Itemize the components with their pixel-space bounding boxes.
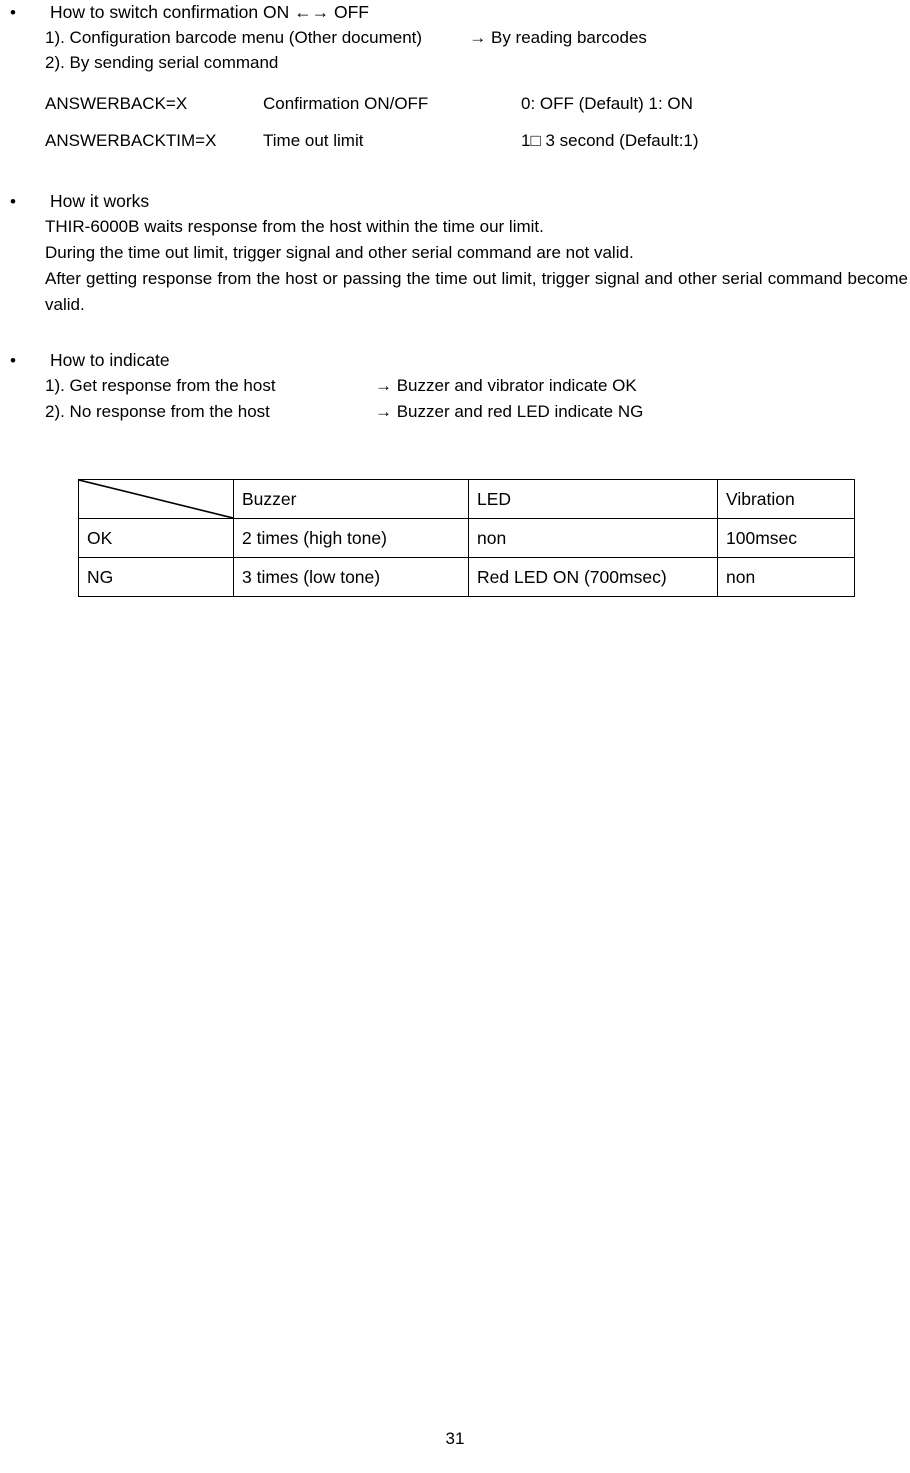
table-cell-ok-led: non (468, 518, 718, 558)
section-how-to-switch: • How to switch confirmation ON ←→ OFF (0, 0, 910, 25)
command-row-answerback: ANSWERBACK=X Confirmation ON/OFF 0: OFF (D… (0, 91, 910, 116)
works-paragraph: After getting response from the host or … (45, 269, 908, 314)
command-name: ANSWERBACKTIM=X (45, 131, 217, 150)
page-content: • How to switch confirmation ON ←→ OFF 1… (0, 0, 910, 425)
table-row-label-ng: NG (78, 557, 234, 597)
command-row-answerbacktim: ANSWERBACKTIM=X Time out limit 1□ 3 second… (0, 128, 910, 153)
table-corner-cell (78, 479, 234, 519)
section-title-how-to-indicate: How to indicate (50, 350, 170, 370)
table-row-label-ok: OK (78, 518, 234, 558)
command-name: ANSWERBACK=X (45, 94, 188, 113)
section-title-how-it-works: How it works (50, 191, 150, 211)
works-line-2: During the time out limit, trigger signa… (45, 243, 634, 262)
works-line-1: THIR-6000B waits response from the host … (45, 217, 544, 236)
indicate-item-2-result: → Buzzer and red LED indicate NG (375, 402, 644, 421)
table-cell-ok-buzzer: 2 times (high tone) (233, 518, 469, 558)
table-cell-ok-vibration: 100msec (717, 518, 855, 558)
table-header-row: Buzzer LED Vibration (78, 479, 855, 519)
bullet-icon: • (10, 3, 16, 22)
table-header-vibration: Vibration (717, 479, 855, 519)
switch-method-1: 1). Configuration barcode menu (Other do… (45, 28, 647, 47)
table-row: NG 3 times (low tone) Red LED ON (700mse… (78, 557, 855, 597)
command-values: 1□ 3 second (Default:1) (521, 131, 699, 150)
document-page: • How to switch confirmation ON ←→ OFF 1… (0, 0, 910, 1473)
switch-method-2: 2). By sending serial command (45, 53, 279, 72)
section-how-to-indicate: • How to indicate (0, 348, 910, 373)
indicate-item-1-result: → Buzzer and vibrator indicate OK (375, 376, 637, 395)
table-header-led: LED (468, 479, 718, 519)
table-cell-ng-led: Red LED ON (700msec) (468, 557, 718, 597)
page-number: 31 (445, 1429, 465, 1448)
bullet-icon: • (10, 351, 16, 370)
indication-table-wrapper: Buzzer LED Vibration OK 2 times (high to… (78, 479, 855, 597)
command-description: Confirmation ON/OFF (263, 94, 429, 113)
indicate-item-2: 2). No response from the host → Buzzer an… (0, 399, 910, 425)
indication-table: Buzzer LED Vibration OK 2 times (high to… (78, 479, 855, 597)
section-title-how-to-switch: How to switch confirmation ON ←→ OFF (50, 2, 369, 22)
table-header-buzzer: Buzzer (233, 479, 469, 519)
bullet-icon: • (10, 192, 16, 211)
section-how-it-works: • How it works (0, 189, 910, 214)
command-values: 0: OFF (Default) 1: ON (521, 94, 693, 113)
indicate-item-1: 1). Get response from the host → Buzzer a… (0, 373, 910, 399)
indicate-item-2-condition: 2). No response from the host (45, 402, 270, 421)
table-cell-ng-vibration: non (717, 557, 855, 597)
command-description: Time out limit (263, 131, 364, 150)
table-cell-ng-buzzer: 3 times (low tone) (233, 557, 469, 597)
indicate-item-1-condition: 1). Get response from the host (45, 376, 276, 395)
diagonal-divider-icon (79, 480, 233, 518)
table-row: OK 2 times (high tone) non 100msec (78, 518, 855, 558)
